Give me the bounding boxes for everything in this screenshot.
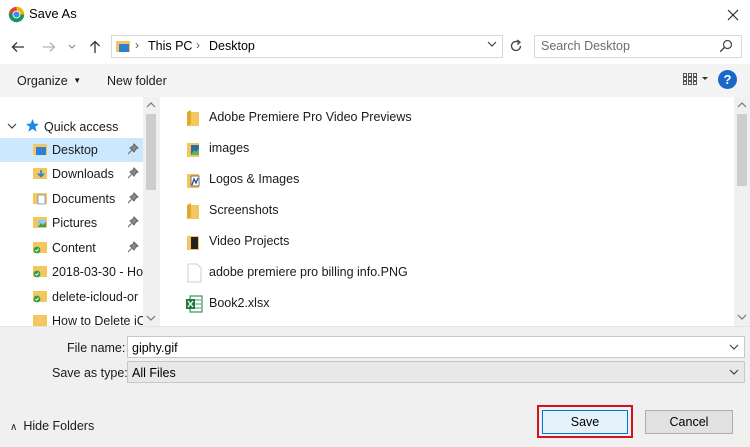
- hide-folders-button[interactable]: ∧ Hide Folders: [10, 419, 94, 433]
- file-name: images: [209, 141, 250, 155]
- nav-item-delete-icloud[interactable]: delete-icloud-or: [0, 285, 143, 309]
- nav-item-label: Documents: [52, 192, 116, 206]
- chrome-icon: [8, 6, 25, 23]
- excel-file-icon: [186, 295, 203, 313]
- breadcrumb-separator: ›: [196, 38, 200, 52]
- nav-item-label: Content: [52, 241, 96, 255]
- forward-button[interactable]: [40, 38, 58, 56]
- organize-label: Organize: [17, 74, 68, 88]
- save-as-type-select[interactable]: [127, 361, 745, 383]
- folder-icon: [187, 110, 199, 126]
- pictures-folder-icon: [33, 217, 47, 228]
- file-name: adobe premiere pro billing info.PNG: [209, 265, 408, 279]
- synced-folder-icon: [33, 266, 47, 278]
- chevron-down-icon[interactable]: [7, 121, 17, 131]
- scroll-down-icon[interactable]: [737, 313, 747, 321]
- close-button[interactable]: [716, 0, 750, 30]
- nav-item-content[interactable]: Content: [0, 236, 143, 260]
- nav-item-label: How to Delete iC: [52, 314, 143, 326]
- star-icon: [25, 118, 40, 132]
- nav-item-label: delete-icloud-or: [52, 290, 139, 304]
- image-folder-icon: [187, 174, 200, 188]
- close-icon: [727, 9, 739, 21]
- nav-item-pictures[interactable]: Pictures: [0, 211, 143, 235]
- pin-icon[interactable]: [127, 143, 139, 155]
- nav-item-how-to-delete[interactable]: How to Delete iC: [0, 309, 143, 326]
- nav-item-label: Desktop: [52, 143, 98, 157]
- save-as-type-label: Save as type:: [52, 366, 128, 380]
- breadcrumb-desktop[interactable]: Desktop: [209, 39, 255, 53]
- back-button[interactable]: [9, 38, 27, 56]
- recent-locations-button[interactable]: [63, 38, 81, 56]
- organize-button[interactable]: Organize ▼: [17, 74, 81, 88]
- file-name-input[interactable]: [127, 336, 745, 358]
- nav-item-label: 2018-03-30 - Ho: [52, 265, 143, 279]
- refresh-button[interactable]: [506, 36, 526, 56]
- search-icon[interactable]: [719, 39, 733, 53]
- save-as-type-value: All Files: [132, 366, 176, 380]
- folder-icon: [187, 236, 199, 250]
- hide-folders-label: Hide Folders: [23, 419, 95, 433]
- folder-icon: [33, 315, 47, 326]
- save-button[interactable]: Save: [542, 410, 628, 434]
- file-name: Logos & Images: [209, 172, 300, 186]
- navigation-pane-scrollbar-thumb[interactable]: [146, 114, 156, 190]
- arrow-left-icon: [11, 42, 24, 52]
- chevron-down-icon[interactable]: [729, 342, 739, 352]
- chevron-down-icon[interactable]: [729, 367, 739, 377]
- title-bar: [0, 0, 750, 30]
- image-folder-icon: [187, 143, 199, 157]
- scroll-up-icon[interactable]: [737, 101, 747, 109]
- help-button[interactable]: ?: [718, 70, 737, 89]
- file-name-value: giphy.gif: [132, 341, 178, 355]
- file-name-label: File name:: [67, 341, 126, 355]
- pin-icon[interactable]: [127, 167, 139, 179]
- arrow-right-icon: [43, 42, 56, 52]
- synced-folder-icon: [33, 291, 47, 303]
- new-folder-button[interactable]: New folder: [107, 74, 167, 88]
- file-name: Adobe Premiere Pro Video Previews: [209, 110, 412, 124]
- desktop-folder-icon: [33, 144, 47, 155]
- window-title: Save As: [29, 6, 77, 21]
- nav-item-label: Pictures: [52, 216, 98, 230]
- nav-item-2018-03-30[interactable]: 2018-03-30 - Ho: [0, 260, 143, 284]
- scroll-up-icon[interactable]: [146, 101, 156, 109]
- synced-folder-icon: [33, 242, 47, 254]
- scroll-down-icon[interactable]: [146, 314, 156, 322]
- documents-folder-icon: [33, 193, 47, 205]
- chevron-down-icon: [68, 44, 76, 49]
- png-file-icon: [187, 263, 202, 283]
- quick-access-label[interactable]: Quick access: [44, 120, 118, 134]
- nav-item-downloads[interactable]: Downloads: [0, 162, 143, 186]
- refresh-icon: [510, 39, 522, 52]
- chevron-up-icon: ∧: [10, 422, 18, 433]
- address-dropdown-button[interactable]: [487, 38, 497, 52]
- file-name: Book2.xlsx: [209, 296, 270, 310]
- arrow-up-icon: [90, 40, 100, 53]
- file-name: Video Projects: [209, 234, 290, 248]
- chevron-down-icon: [487, 41, 497, 47]
- desktop-folder-icon: [116, 41, 130, 52]
- folder-icon: [187, 203, 199, 219]
- breadcrumb-separator: ›: [135, 38, 139, 52]
- view-grid-icon: [683, 73, 708, 85]
- nav-item-documents[interactable]: Documents: [0, 187, 143, 211]
- file-list-scrollbar-thumb[interactable]: [737, 114, 747, 186]
- pin-icon[interactable]: [127, 216, 139, 228]
- caret-down-icon: ▼: [73, 76, 82, 85]
- file-name: Screenshots: [209, 203, 279, 217]
- change-view-button[interactable]: [683, 73, 709, 88]
- pin-icon[interactable]: [127, 241, 139, 253]
- up-button[interactable]: [86, 38, 104, 56]
- nav-item-desktop[interactable]: Desktop: [0, 138, 143, 162]
- cancel-button[interactable]: Cancel: [645, 410, 733, 434]
- pin-icon[interactable]: [127, 192, 139, 204]
- breadcrumb-this-pc[interactable]: This PC: [148, 39, 192, 53]
- downloads-folder-icon: [33, 168, 47, 179]
- search-placeholder: Search Desktop: [541, 39, 630, 53]
- nav-item-label: Downloads: [52, 167, 114, 181]
